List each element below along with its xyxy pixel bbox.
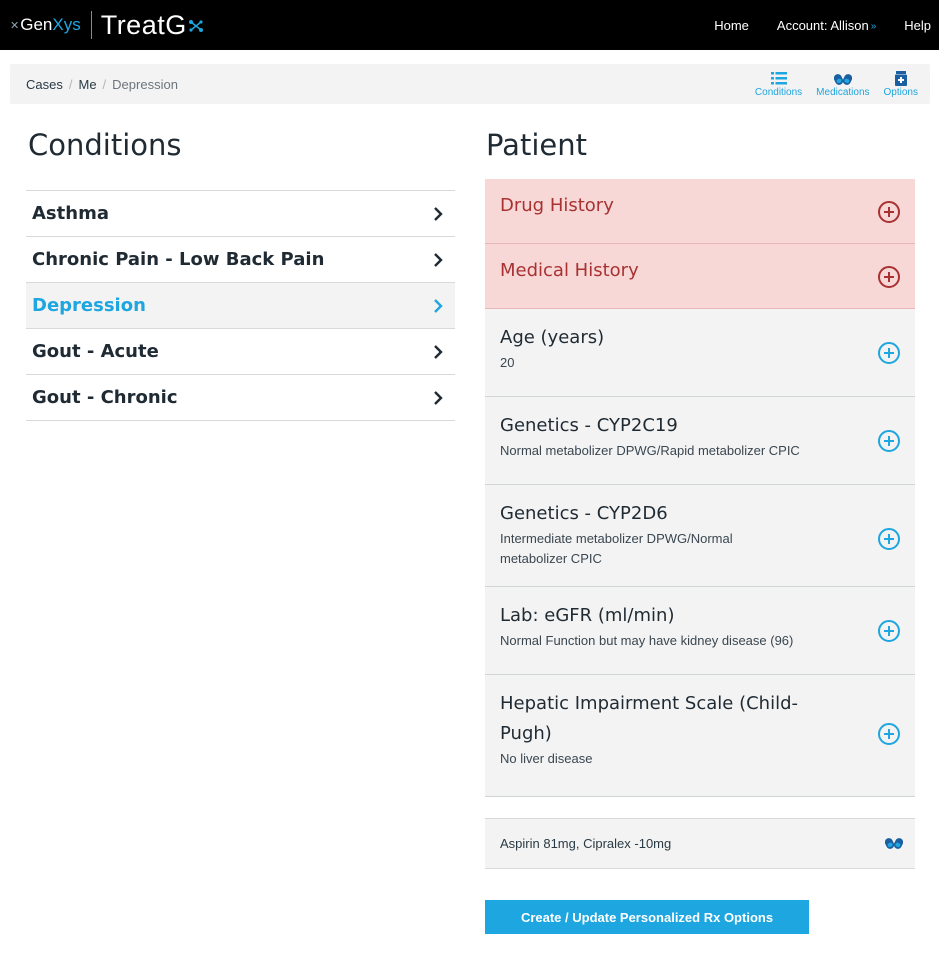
genetics-cyp2d6-item[interactable]: Genetics - CYP2D6 Intermediate metaboliz… (485, 485, 915, 587)
condition-item-gout-chronic[interactable]: Gout - Chronic (26, 375, 455, 421)
genxys-mark-icon: ✕ (10, 18, 20, 32)
add-hepatic-icon[interactable] (878, 723, 900, 745)
cyp2d6-title: Genetics - CYP2D6 (500, 503, 668, 524)
cyp2d6-value-line1: Intermediate metabolizer DPWG/Normal (500, 531, 733, 546)
condition-item-chronic-pain[interactable]: Chronic Pain - Low Back Pain (26, 237, 455, 283)
hepatic-value: No liver disease (500, 751, 593, 766)
cyp2d6-value-line2: metabolizer CPIC (500, 551, 602, 566)
chevron-down-icon: » (870, 20, 877, 32)
toolbar: Conditions Medications Options (741, 70, 918, 98)
medications-tool-label: Medications (816, 87, 870, 98)
patient-panel: Drug History Medical History Age (years)… (485, 179, 915, 797)
current-medications-text: Aspirin 81mg, Cipralex -10mg (500, 836, 672, 851)
add-cyp2d6-icon[interactable] (878, 528, 900, 550)
condition-label: Chronic Pain - Low Back Pain (32, 249, 325, 270)
top-navbar: ✕ Gen Xys TreatG Home Account: Allison» … (0, 0, 939, 50)
brand-company-part1: Gen (20, 15, 53, 34)
breadcrumb-bar: Cases / Me / Depression Conditions Medic… (10, 64, 930, 104)
add-cyp2c19-icon[interactable] (878, 430, 900, 452)
breadcrumb-cases[interactable]: Cases (26, 77, 63, 92)
breadcrumb-current: Depression (112, 76, 178, 92)
nav-links: Home Account: Allison» Help (686, 0, 931, 50)
nav-help-link[interactable]: Help (904, 18, 931, 33)
breadcrumb-separator: / (102, 76, 107, 92)
lab-egfr-item[interactable]: Lab: eGFR (ml/min) Normal Function but m… (485, 587, 915, 675)
medications-tool-button[interactable]: Medications (816, 70, 870, 98)
egfr-value: Normal Function but may have kidney dise… (500, 633, 794, 648)
nav-account-label: Account: Allison (776, 17, 869, 33)
condition-item-asthma[interactable]: Asthma (26, 191, 455, 237)
conditions-heading: Conditions (28, 128, 182, 162)
add-egfr-icon[interactable] (878, 620, 900, 642)
hepatic-title-line1: Hepatic Impairment Scale (Child- (500, 693, 798, 714)
medical-history-item[interactable]: Medical History (485, 244, 915, 309)
patient-heading: Patient (486, 128, 587, 162)
current-medications-box[interactable]: Aspirin 81mg, Cipralex -10mg (485, 818, 915, 869)
add-drug-history-icon[interactable] (878, 201, 900, 223)
medical-history-label: Medical History (500, 260, 639, 281)
chevron-right-icon (434, 344, 443, 359)
chevron-right-icon (434, 252, 443, 267)
options-tool-label: Options (883, 87, 918, 98)
conditions-list: Asthma Chronic Pain - Low Back Pain Depr… (26, 190, 455, 421)
age-item[interactable]: Age (years) 20 (485, 309, 915, 397)
condition-label: Gout - Chronic (32, 387, 178, 408)
pills-icon[interactable] (884, 835, 904, 854)
brand-divider (90, 11, 92, 39)
add-age-icon[interactable] (878, 342, 900, 364)
add-medical-history-icon[interactable] (878, 266, 900, 288)
hepatic-title-line2: Pugh) (500, 723, 552, 744)
brand-product-name: TreatG (100, 9, 187, 40)
cyp2c19-title: Genetics - CYP2C19 (500, 415, 678, 436)
create-rx-options-button[interactable]: Create / Update Personalized Rx Options (485, 900, 809, 934)
options-tool-button[interactable]: Options (884, 70, 918, 98)
breadcrumb-me[interactable]: Me (78, 77, 96, 92)
condition-label: Asthma (32, 203, 109, 224)
conditions-tool-button[interactable]: Conditions (755, 70, 802, 98)
breadcrumb: Cases / Me / Depression (26, 64, 178, 104)
nav-home-link[interactable]: Home (714, 18, 749, 33)
cyp2c19-value: Normal metabolizer DPWG/Rapid metabolize… (500, 443, 800, 458)
conditions-tool-label: Conditions (754, 87, 803, 98)
genetics-cyp2c19-item[interactable]: Genetics - CYP2C19 Normal metabolizer DP… (485, 397, 915, 485)
condition-label: Gout - Acute (32, 341, 159, 362)
chevron-right-icon (434, 298, 443, 313)
breadcrumb-separator: / (68, 76, 73, 92)
chevron-right-icon (434, 206, 443, 221)
treatgx-mark-icon (188, 19, 204, 37)
nav-account-menu[interactable]: Account: Allison» (777, 18, 876, 33)
drug-history-item[interactable]: Drug History (485, 179, 915, 244)
chevron-right-icon (434, 390, 443, 405)
condition-label: Depression (32, 295, 146, 316)
drug-history-label: Drug History (500, 195, 614, 216)
egfr-title: Lab: eGFR (ml/min) (500, 605, 675, 626)
prescription-bottle-icon (894, 70, 907, 86)
condition-item-gout-acute[interactable]: Gout - Acute (26, 329, 455, 375)
brand-logo[interactable]: ✕ Gen Xys TreatG (10, 0, 204, 50)
age-title: Age (years) (500, 327, 605, 348)
hepatic-impairment-item[interactable]: Hepatic Impairment Scale (Child- Pugh) N… (485, 675, 915, 797)
age-value: 20 (500, 355, 515, 370)
list-icon (770, 70, 787, 86)
pills-icon (833, 70, 852, 86)
condition-item-depression[interactable]: Depression (26, 283, 455, 329)
brand-company-part2: Xys (52, 15, 81, 34)
